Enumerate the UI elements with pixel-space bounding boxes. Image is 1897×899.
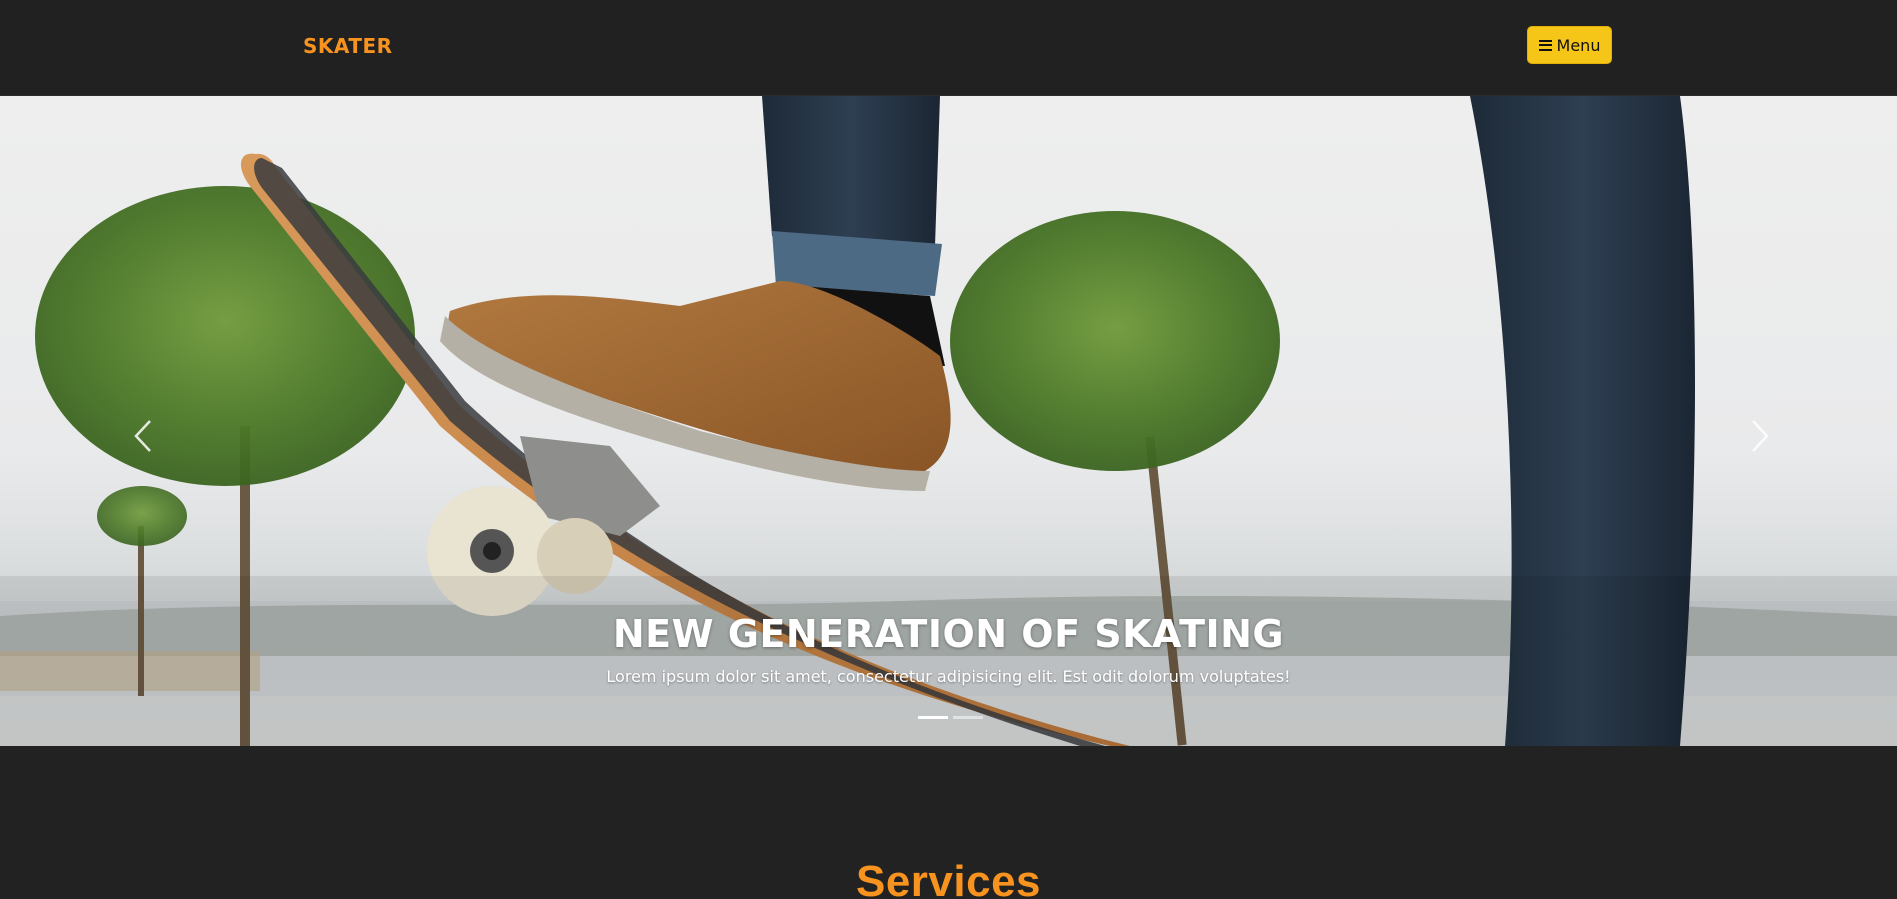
carousel-indicator-1[interactable] <box>918 716 948 719</box>
hamburger-icon <box>1538 39 1552 51</box>
hero-carousel: NEW GENERATION OF SKATING Lorem ipsum do… <box>0 96 1897 746</box>
chevron-right-icon <box>1752 420 1769 452</box>
hero-title: NEW GENERATION OF SKATING <box>612 612 1285 656</box>
menu-button[interactable]: Menu <box>1527 26 1612 64</box>
brand-logo[interactable]: SKATER <box>303 34 393 58</box>
carousel-indicators <box>918 716 983 719</box>
services-heading: Services <box>855 857 1042 899</box>
chevron-left-icon <box>134 420 151 452</box>
carousel-indicator-2[interactable] <box>953 716 983 719</box>
carousel-prev-button[interactable] <box>113 396 173 476</box>
hero-subtitle: Lorem ipsum dolor sit amet, consectetur … <box>606 667 1291 686</box>
navbar: SKATER Menu <box>0 0 1897 96</box>
carousel-next-button[interactable] <box>1730 396 1790 476</box>
menu-button-label: Menu <box>1556 35 1601 55</box>
